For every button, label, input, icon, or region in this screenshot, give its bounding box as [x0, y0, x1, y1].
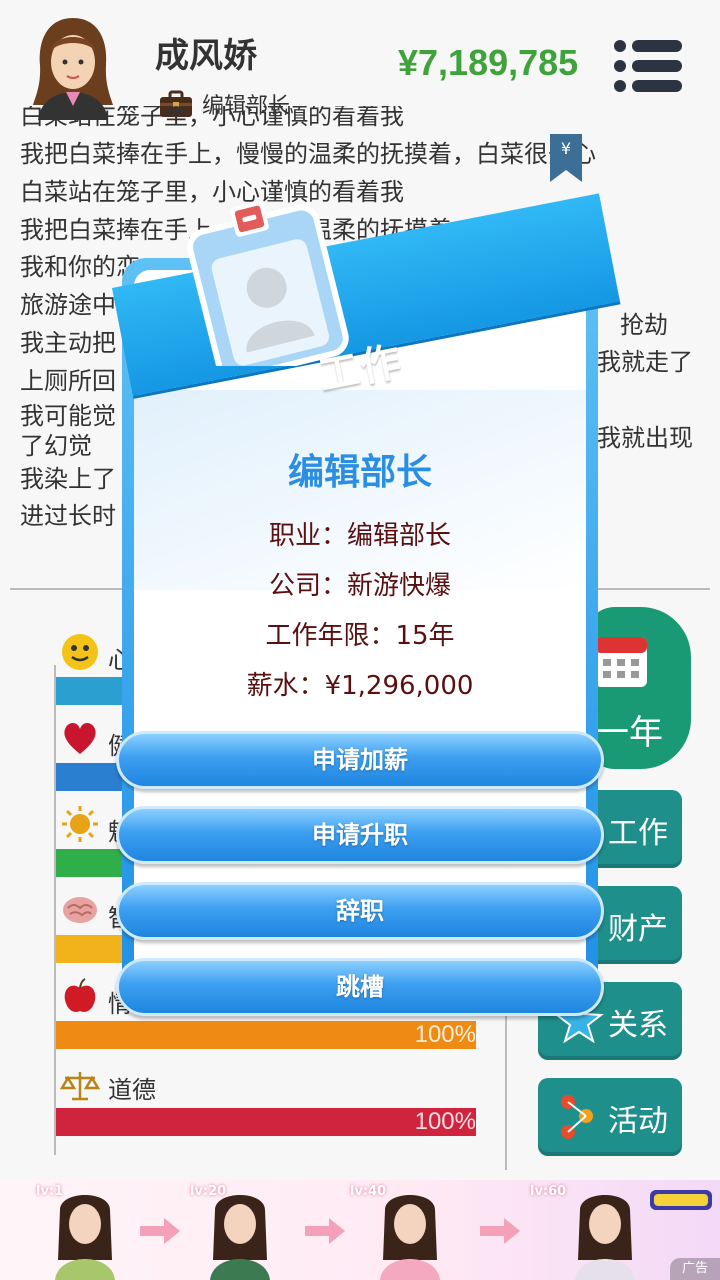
- ad-character-image: [55, 1195, 115, 1280]
- button-label: 申请加薪: [312, 746, 408, 774]
- years-text: 工作年限：15年: [265, 621, 455, 651]
- arrow-right-icon: [305, 1218, 345, 1244]
- company-text: 公司：新游快爆: [268, 571, 451, 601]
- arrow-right-icon: [140, 1218, 180, 1244]
- occupation-text: 职业：编辑部长: [268, 521, 451, 551]
- resign-button[interactable]: 辞职: [116, 882, 604, 940]
- dialog-job-title: 编辑部长: [287, 452, 432, 493]
- ad-banner[interactable]: lv:1 lv:20 lv:40 lv:60: [0, 1180, 720, 1280]
- ad-character-image: [380, 1195, 440, 1280]
- arrow-right-icon: [480, 1218, 520, 1244]
- request-raise-button[interactable]: 申请加薪: [116, 731, 604, 789]
- ad-close-button[interactable]: 广告: [670, 1258, 720, 1280]
- button-label: 跳槽: [336, 973, 384, 1001]
- ad-logo-icon: [650, 1190, 712, 1210]
- button-label: 辞职: [336, 897, 384, 925]
- request-promotion-button[interactable]: 申请升职: [116, 806, 604, 864]
- ad-character-image: [210, 1195, 270, 1280]
- id-badge-icon: [187, 201, 349, 366]
- ad-character-image: [575, 1195, 635, 1280]
- button-label: 申请升职: [312, 821, 408, 849]
- salary-text: 薪水：¥1,296,000: [246, 671, 474, 701]
- change-job-button[interactable]: 跳槽: [116, 958, 604, 1016]
